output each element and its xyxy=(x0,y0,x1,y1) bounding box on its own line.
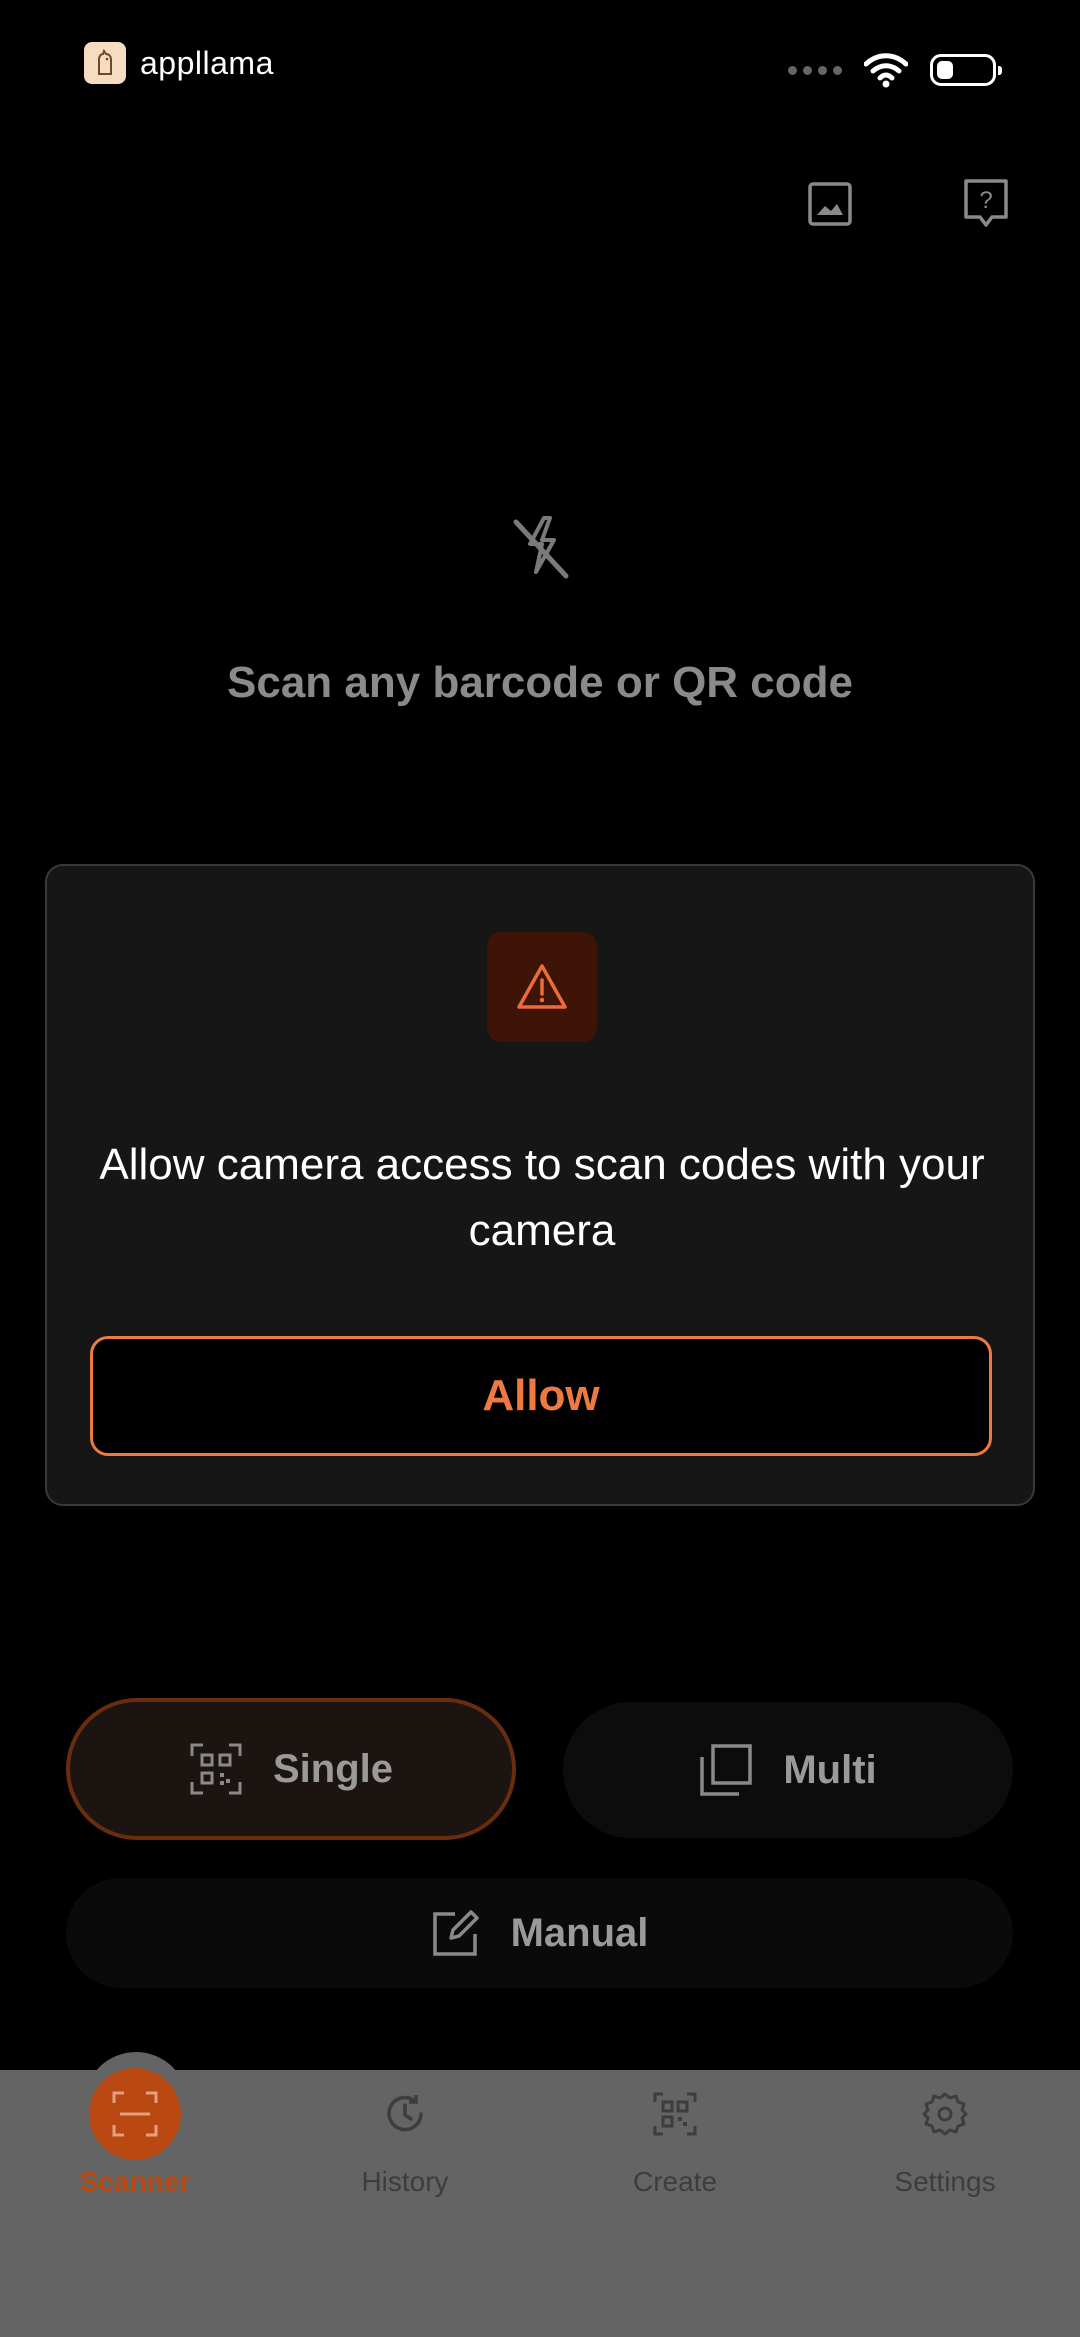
nav-item-create[interactable]: Create xyxy=(540,2068,810,2198)
allow-button[interactable]: Allow xyxy=(90,1336,992,1456)
qr-create-icon xyxy=(629,2068,721,2160)
app-logo: appllama xyxy=(84,42,274,84)
flash-off-icon[interactable] xyxy=(504,510,576,582)
wifi-icon xyxy=(864,53,908,88)
gear-icon xyxy=(899,2068,991,2160)
scan-prompt: Scan any barcode or QR code xyxy=(227,658,853,707)
nav-item-scanner[interactable]: Scanner xyxy=(0,2068,270,2198)
nav-label-history: History xyxy=(361,2166,449,2197)
nav-item-history[interactable]: History xyxy=(270,2068,540,2198)
nav-label-settings: Settings xyxy=(894,2166,996,2197)
dialog-message: Allow camera access to scan codes with y… xyxy=(99,1140,985,1255)
edit-icon xyxy=(432,1910,479,1956)
battery-icon xyxy=(930,54,1002,86)
qr-scan-icon xyxy=(190,1743,242,1795)
bottom-nav: Scanner History Create Settings xyxy=(0,2068,1080,2337)
nav-item-settings[interactable]: Settings xyxy=(810,2068,1080,2198)
multi-mode-button[interactable]: Multi xyxy=(563,1702,1013,1838)
manual-entry-button[interactable]: Manual xyxy=(66,1878,1013,1988)
signal-icon xyxy=(788,65,842,75)
scanner-icon xyxy=(89,2068,181,2160)
single-mode-button[interactable]: Single xyxy=(66,1698,516,1840)
warning-icon xyxy=(487,932,597,1042)
image-icon[interactable] xyxy=(802,176,858,232)
app-name: appllama xyxy=(140,44,274,81)
camera-permission-dialog: Allow camera access to scan codes with y… xyxy=(45,864,1035,1506)
nav-label-create: Create xyxy=(632,2166,718,2197)
svg-text:?: ? xyxy=(979,187,992,214)
multi-mode-label: Multi xyxy=(783,1747,877,1792)
llama-logo-icon xyxy=(84,42,126,84)
manual-entry-label: Manual xyxy=(510,1910,649,1955)
copy-icon xyxy=(700,1744,753,1796)
single-mode-label: Single xyxy=(272,1746,394,1791)
help-icon[interactable]: ? xyxy=(958,176,1014,232)
history-icon xyxy=(359,2068,451,2160)
system-status xyxy=(788,52,1002,88)
nav-label-scanner: Scanner xyxy=(79,2166,191,2197)
